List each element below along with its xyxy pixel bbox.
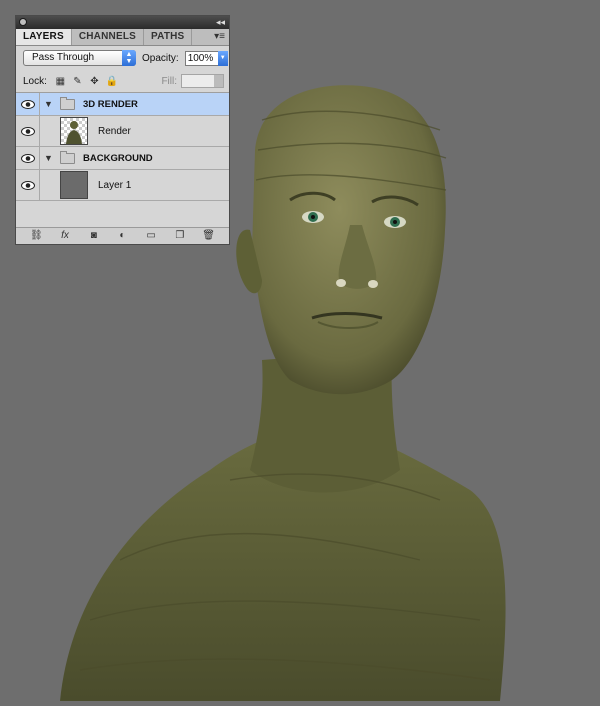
layer-name: BACKGROUND — [83, 152, 153, 164]
link-icon[interactable]: ⛓ — [29, 229, 43, 243]
panel-titlebar[interactable]: ◂◂ — [16, 16, 229, 29]
blend-mode-value: Pass Through — [32, 52, 95, 63]
layer-name: 3D RENDER — [83, 98, 138, 110]
layers-panel: ◂◂ LAYERS CHANNELS PATHS ▾≡ Pass Through… — [15, 15, 230, 245]
close-icon[interactable] — [19, 18, 27, 26]
fx-icon[interactable]: fx — [58, 229, 72, 243]
trash-icon[interactable]: 🗑 — [202, 229, 216, 243]
layer-name: Render — [98, 125, 131, 137]
layer-render[interactable]: Render — [16, 116, 229, 147]
panel-tabs: LAYERS CHANNELS PATHS ▾≡ — [16, 29, 229, 46]
layer-name: Layer 1 — [98, 179, 132, 191]
eye-icon[interactable] — [16, 147, 40, 169]
eye-icon[interactable] — [16, 93, 40, 115]
tab-paths[interactable]: PATHS — [144, 29, 193, 45]
layer-group-background[interactable]: ▼ BACKGROUND — [16, 147, 229, 170]
panel-bottom-toolbar: ⛓ fx ◙ ◐ ▭ ❐ 🗑 — [16, 227, 229, 244]
opacity-dropdown-icon[interactable]: ▼ — [217, 50, 228, 66]
tab-layers[interactable]: LAYERS — [16, 29, 72, 45]
lock-transparency-icon[interactable]: ▦ — [55, 76, 66, 87]
expand-triangle-icon[interactable]: ▼ — [44, 99, 58, 109]
layer-layer-1[interactable]: Layer 1 — [16, 170, 229, 201]
expand-triangle-icon[interactable]: ▼ — [44, 153, 58, 163]
fill-control: Fill: — [161, 74, 224, 88]
layer-thumbnail — [60, 117, 88, 145]
folder-icon — [60, 96, 75, 110]
fill-input[interactable] — [181, 74, 224, 88]
layers-list: ▼ 3D RENDER Render ▼ BACKGROUND Layer 1 — [16, 93, 229, 201]
lock-brush-icon[interactable]: ✎ — [72, 76, 83, 87]
select-arrows-icon: ▲ ▼ — [122, 50, 136, 66]
eye-icon[interactable] — [16, 170, 40, 200]
panel-menu-icon[interactable]: ▾≡ — [214, 29, 225, 45]
tab-channels[interactable]: CHANNELS — [72, 29, 145, 45]
fill-dropdown-icon[interactable] — [214, 75, 223, 87]
new-group-icon[interactable]: ▭ — [144, 229, 158, 243]
collapse-icon[interactable]: ◂◂ — [216, 16, 225, 29]
blend-row: Pass Through ▲ ▼ Opacity: 100% ▼ — [16, 46, 229, 70]
folder-icon — [60, 150, 75, 164]
eye-icon[interactable] — [16, 116, 40, 146]
opacity-label: Opacity: — [142, 52, 179, 64]
layer-thumbnail — [60, 171, 88, 199]
lock-move-icon[interactable]: ✥ — [89, 76, 100, 87]
fill-label: Fill: — [161, 75, 177, 87]
lock-row: Lock: ▦ ✎ ✥ 🔒 Fill: — [16, 70, 229, 93]
opacity-input[interactable]: 100% ▼ — [184, 50, 228, 66]
adjustment-icon[interactable]: ◐ — [115, 229, 129, 243]
lock-label: Lock: — [23, 75, 47, 87]
mask-icon[interactable]: ◙ — [87, 229, 101, 243]
layer-group-3d-render[interactable]: ▼ 3D RENDER — [16, 93, 229, 116]
opacity-value: 100% — [187, 52, 214, 64]
lock-all-icon[interactable]: 🔒 — [106, 76, 118, 87]
blend-mode-select[interactable]: Pass Through ▲ ▼ — [23, 50, 136, 66]
new-layer-icon[interactable]: ❐ — [173, 229, 187, 243]
